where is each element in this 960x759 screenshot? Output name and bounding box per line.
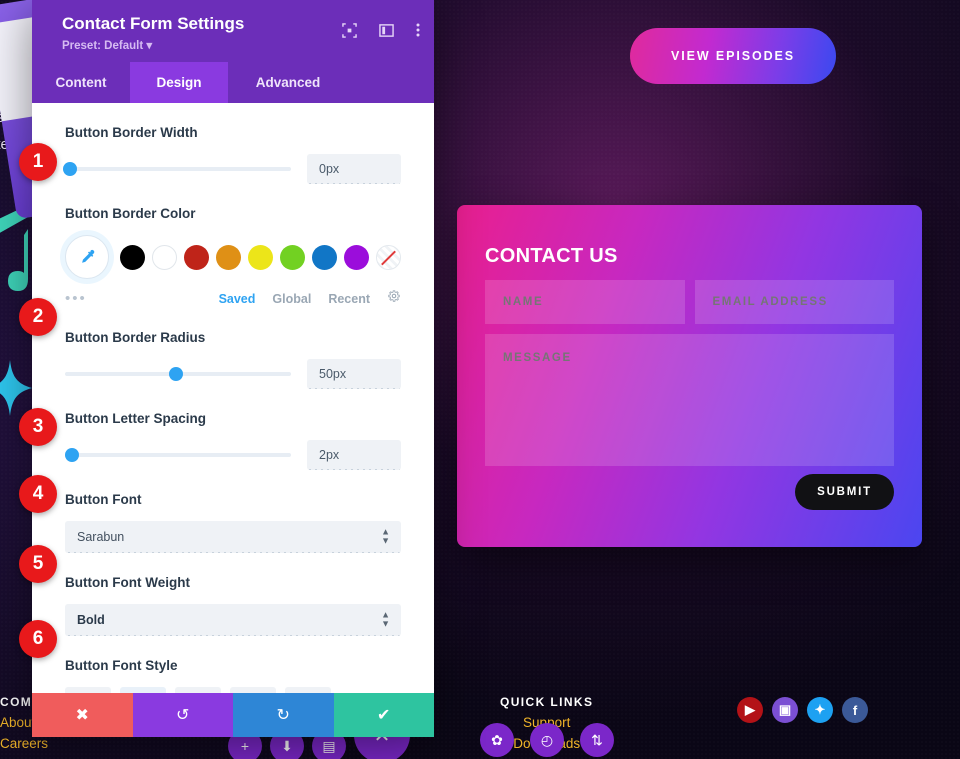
field-button-font: Button Font Sarabun ▲ ▼	[65, 492, 401, 553]
field-button-font-weight: Button Font Weight Bold ▲ ▼	[65, 575, 401, 636]
annotation-badge-1: 1	[19, 143, 57, 181]
uppercase-button[interactable]: TT	[120, 687, 166, 693]
chevron-updown-icon: ▲ ▼	[381, 609, 390, 629]
field-button-font-style: Button Font Style I TT Tᴛ U S	[65, 658, 401, 693]
slider-row	[64, 440, 401, 470]
color-swatch-list	[65, 235, 401, 279]
screenshot-stage: Stxxxxxxxxxlay! psum …rius tortor nibh, …	[0, 0, 960, 759]
swatch-yellow[interactable]	[248, 244, 273, 270]
swatch-black[interactable]	[120, 244, 145, 270]
submit-button[interactable]: SUBMIT	[795, 474, 894, 510]
view-episodes-button[interactable]: VIEW EPISODES	[630, 28, 836, 84]
fullscreen-icon[interactable]	[342, 22, 357, 38]
modal-footer: ✖ ↺ ↻ ✔	[32, 693, 434, 737]
more-vertical-icon[interactable]	[416, 22, 420, 38]
redo-button[interactable]: ↻	[233, 693, 334, 737]
slider-row	[65, 359, 401, 389]
button-font-value: Sarabun	[77, 530, 125, 544]
small-caps-button[interactable]: Tᴛ	[175, 687, 221, 693]
message-textarea[interactable]	[485, 334, 894, 466]
more-dots-icon[interactable]: •••	[65, 290, 87, 307]
modal-header: Contact Form Settings Preset: Default ▾	[32, 0, 434, 62]
preset-label: Preset: Default	[62, 40, 144, 52]
twitch-icon[interactable]: ▣	[772, 697, 798, 723]
chevron-down-icon: ▾	[146, 40, 153, 52]
email-input[interactable]	[694, 280, 894, 324]
field-label: Button Border Radius	[65, 330, 206, 345]
contact-form-title: CONTACT US	[485, 245, 618, 267]
button-font-weight-select[interactable]: Bold ▲ ▼	[65, 604, 401, 636]
divi-builder-toolbar-secondary: ✿ ◴ ⇅	[480, 723, 614, 757]
swatch-white[interactable]	[152, 244, 177, 270]
history-icon[interactable]: ◴	[530, 723, 564, 757]
field-button-border-color: Button Border Color ••• Saved Global Rec…	[65, 206, 401, 308]
swatch-orange[interactable]	[216, 244, 241, 270]
sort-icon[interactable]: ⇅	[580, 723, 614, 757]
modal-header-icons	[342, 22, 420, 38]
border-radius-value-input[interactable]	[307, 359, 401, 389]
palette-tab-global[interactable]: Global	[272, 292, 311, 306]
swatch-green[interactable]	[280, 244, 305, 270]
tab-advanced[interactable]: Advanced	[228, 62, 348, 103]
youtube-icon[interactable]: ▶	[737, 697, 763, 723]
field-button-border-width: Button Border Width	[62, 125, 401, 184]
button-font-select[interactable]: Sarabun ▲ ▼	[65, 521, 401, 553]
tab-design[interactable]: Design	[130, 62, 228, 103]
footer-social-icons: ▶ ▣ ✦ f	[737, 697, 868, 723]
annotation-badge-4: 4	[19, 475, 57, 513]
gear-icon[interactable]	[387, 289, 401, 308]
tab-content[interactable]: Content	[32, 62, 130, 103]
palette-tab-saved[interactable]: Saved	[219, 292, 256, 306]
swatch-blue[interactable]	[312, 244, 337, 270]
settings-icon[interactable]: ✿	[480, 723, 514, 757]
cancel-button[interactable]: ✖	[32, 693, 133, 737]
preset-selector[interactable]: Preset: Default ▾	[62, 38, 416, 52]
letter-spacing-value-input[interactable]	[307, 440, 401, 470]
save-button[interactable]: ✔	[333, 693, 434, 737]
border-width-slider[interactable]	[62, 162, 291, 176]
contact-form-module: CONTACT US SUBMIT	[457, 205, 922, 547]
palette-tab-recent[interactable]: Recent	[328, 292, 370, 306]
layout-split-icon[interactable]	[379, 23, 394, 38]
border-radius-slider[interactable]	[65, 367, 291, 381]
field-label: Button Letter Spacing	[65, 411, 206, 426]
twitter-icon[interactable]: ✦	[807, 697, 833, 723]
field-button-border-radius: Button Border Radius	[65, 330, 401, 389]
swatch-red[interactable]	[184, 244, 209, 270]
underline-button[interactable]: U	[230, 687, 276, 693]
letter-spacing-slider[interactable]	[64, 448, 291, 462]
modal-tabs: Content Design Advanced	[32, 62, 434, 103]
italic-button[interactable]: I	[65, 687, 111, 693]
submit-row: SUBMIT	[485, 474, 894, 510]
palette-tabs: Saved Global Recent	[219, 289, 401, 308]
undo-button[interactable]: ↺	[132, 693, 233, 737]
footer-link-careers[interactable]: Careers	[0, 736, 70, 751]
button-font-weight-value: Bold	[77, 613, 105, 627]
eyedropper-icon[interactable]	[65, 235, 109, 279]
field-button-letter-spacing: Button Letter Spacing	[64, 411, 401, 470]
contact-form-row	[485, 280, 894, 324]
swatch-transparent[interactable]	[376, 244, 401, 270]
name-input[interactable]	[485, 280, 685, 324]
font-style-button-group: I TT Tᴛ U S	[65, 687, 401, 693]
slider-row	[62, 154, 401, 184]
facebook-icon[interactable]: f	[842, 697, 868, 723]
swatch-purple[interactable]	[344, 244, 369, 270]
field-label: Button Font Weight	[65, 575, 190, 590]
contact-form-settings-modal: Contact Form Settings Preset: Default ▾ …	[32, 0, 434, 737]
annotation-badge-6: 6	[19, 620, 57, 658]
field-label: Button Border Width	[65, 125, 198, 140]
color-swatch-footer: ••• Saved Global Recent	[65, 289, 401, 308]
field-label: Button Border Color	[65, 206, 196, 221]
border-width-value-input[interactable]	[307, 154, 401, 184]
footer-quick-heading: QUICK LINKS	[500, 695, 594, 709]
annotation-badge-2: 2	[19, 298, 57, 336]
chevron-updown-icon: ▲ ▼	[381, 526, 390, 546]
field-label: Button Font Style	[65, 658, 178, 673]
modal-body: Button Border Width Button Border Color	[32, 103, 434, 693]
strikethrough-button[interactable]: S	[285, 687, 331, 693]
annotation-badge-5: 5	[19, 545, 57, 583]
annotation-badge-3: 3	[19, 408, 57, 446]
field-label: Button Font	[65, 492, 142, 507]
